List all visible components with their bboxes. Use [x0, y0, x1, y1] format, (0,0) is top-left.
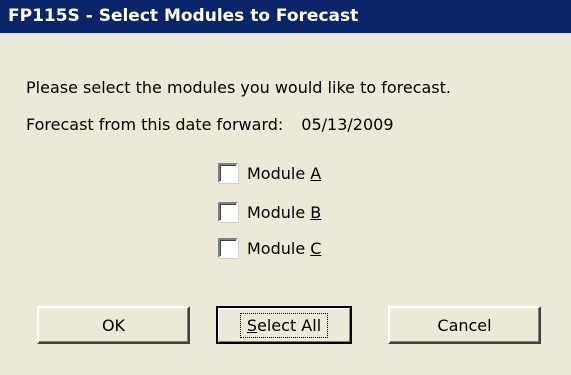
ok-button-label: OK [101, 315, 126, 335]
module-b-label-text: Module [247, 202, 311, 222]
forecast-date-label: Forecast from this date forward: [26, 115, 284, 134]
module-a-checkbox[interactable] [218, 163, 238, 183]
module-c-checkbox[interactable] [218, 238, 238, 258]
module-b-label: Module B [247, 203, 321, 222]
module-b-accelerator: B [310, 202, 322, 222]
cancel-button[interactable]: Cancel [388, 306, 541, 344]
module-c-label-text: Module [247, 238, 311, 258]
module-b-checkbox-row[interactable]: Module B [218, 201, 321, 223]
select-all-label: elect All [257, 315, 322, 335]
select-all-accelerator: S [246, 315, 258, 335]
module-b-checkbox[interactable] [218, 202, 238, 222]
select-all-focus-ring: Select All [239, 312, 329, 338]
select-all-button[interactable]: Select All [216, 306, 352, 344]
ok-button[interactable]: OK [37, 306, 190, 344]
module-c-accelerator: C [310, 238, 322, 258]
select-modules-dialog: FP115S - Select Modules to Forecast Plea… [0, 0, 571, 375]
forecast-date-value: 05/13/2009 [301, 115, 394, 134]
cancel-button-label: Cancel [437, 315, 492, 335]
window-title: FP115S - Select Modules to Forecast [0, 0, 571, 33]
module-a-label: Module A [247, 164, 321, 183]
module-c-checkbox-row[interactable]: Module C [218, 237, 321, 259]
module-a-checkbox-row[interactable]: Module A [218, 162, 321, 184]
module-a-accelerator: A [310, 163, 322, 183]
module-c-label: Module C [247, 239, 321, 258]
module-a-label-text: Module [247, 163, 311, 183]
forecast-date-line: Forecast from this date forward: 05/13/20… [26, 115, 394, 134]
instruction-text: Please select the modules you would like… [26, 78, 451, 97]
